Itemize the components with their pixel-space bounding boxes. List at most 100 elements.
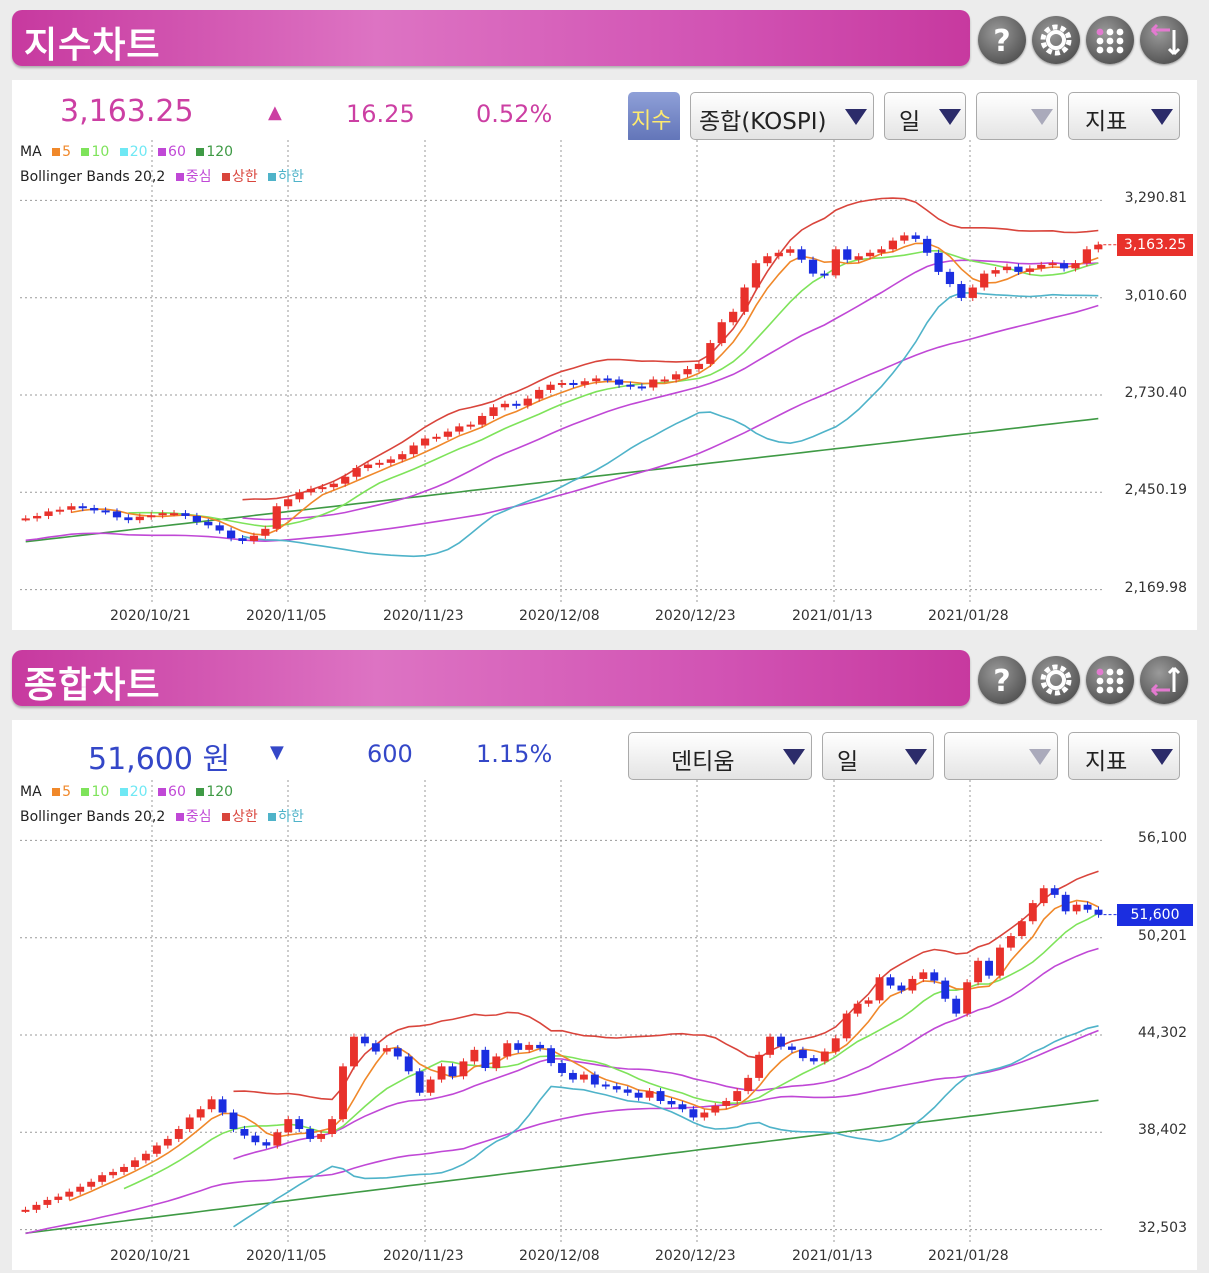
indicator-select-value: 지표 (1085, 109, 1128, 135)
grid-menu-button[interactable] (1086, 656, 1134, 704)
candle-body (612, 1086, 621, 1090)
bb-mid-label: 중심 (185, 169, 212, 185)
stock-down-arrow: ▼ (270, 742, 284, 763)
candle-body (339, 1066, 347, 1120)
candle-body (580, 381, 589, 385)
ma5-label: 5 (62, 784, 72, 800)
secondary-select[interactable] (944, 732, 1058, 780)
candle-body (503, 1043, 512, 1057)
gear-icon (1040, 24, 1072, 56)
stock-chart-titlebar: 종합차트 (12, 650, 970, 706)
swap-layout-button[interactable] (1140, 656, 1188, 704)
ma10-line (128, 249, 1099, 528)
candle-body (740, 287, 749, 312)
ma120-line (25, 417, 1099, 543)
candle-body (985, 960, 993, 976)
stock-change: 600 (367, 740, 413, 768)
ma5-label: 5 (62, 144, 72, 160)
candle-body (78, 506, 87, 509)
ma60-swatch (158, 788, 167, 796)
y-axis-tick: 2,450.19 (1124, 482, 1187, 499)
candle-body (649, 379, 658, 388)
candle-body (409, 445, 418, 455)
candle-body (569, 1072, 577, 1080)
index-info-bar: 3,163.25 ▲ 16.25 0.52% 지수 종합(KOSPI) 일 지표 (12, 80, 1197, 149)
indicator-select-value: 지표 (1085, 749, 1128, 775)
stock-select-value: 덴티움 (671, 749, 735, 775)
candle-body (798, 1049, 807, 1059)
stock-select[interactable]: 덴티움 (628, 732, 812, 780)
candle-body (557, 382, 567, 385)
candle-body (634, 1092, 643, 1098)
ma20-swatch (119, 148, 128, 156)
candle-body (886, 977, 895, 986)
help-button[interactable]: ? (978, 16, 1026, 64)
candle-body (689, 1109, 698, 1118)
candle-body (55, 509, 65, 512)
candle-body (432, 436, 441, 439)
candle-body (854, 256, 863, 260)
candle-body (706, 343, 715, 364)
period-select-value: 일 (837, 749, 859, 775)
candle-body (831, 249, 840, 276)
candle-body (192, 515, 201, 522)
bb-legend: Bollinger Bands 20,2 중심 상한 하한 (20, 806, 304, 826)
bb-low-label: 하한 (278, 809, 304, 825)
candle-body (470, 1049, 479, 1062)
secondary-select[interactable] (976, 92, 1058, 140)
grid-dots-icon (1096, 668, 1124, 694)
candle-body (240, 1129, 249, 1136)
settings-button[interactable] (1032, 16, 1080, 64)
grid-menu-button[interactable] (1086, 16, 1134, 64)
candle-body (945, 271, 955, 285)
swap-layout-button[interactable] (1140, 16, 1188, 64)
candle-body (87, 1181, 96, 1187)
index-candle-chart[interactable]: MA 5 10 20 60 120 Bollinger Bands 20,2 중… (12, 140, 1197, 630)
bb-up-label: 상한 (231, 169, 258, 185)
candle-body (443, 431, 453, 437)
indicator-select[interactable]: 지표 (1068, 92, 1180, 140)
candle-body (98, 1175, 107, 1182)
candle-body (1048, 263, 1057, 266)
candle-body (558, 1063, 566, 1073)
market-select[interactable]: 종합(KOSPI) (690, 92, 874, 140)
index-toggle-button[interactable]: 지수 (628, 92, 680, 144)
candle-body (694, 363, 704, 370)
period-select[interactable]: 일 (884, 92, 966, 140)
swap-arrows-icon (1150, 23, 1181, 56)
ma120-label: 120 (206, 144, 234, 160)
period-select[interactable]: 일 (822, 732, 934, 780)
candle-body (492, 1056, 501, 1069)
ma10-line (123, 912, 1099, 1190)
candle-body (930, 972, 939, 981)
candle-body (592, 378, 601, 382)
help-button[interactable]: ? (978, 656, 1026, 704)
candle-body (272, 506, 281, 529)
candle-body (919, 972, 928, 979)
candle-body (163, 1138, 172, 1146)
candle-body (897, 985, 906, 991)
candle-body (420, 438, 430, 446)
candle-body (329, 483, 338, 488)
chevron-down-icon (1029, 749, 1051, 765)
indicator-select[interactable]: 지표 (1068, 732, 1180, 780)
candle-body (853, 1003, 862, 1014)
x-axis-tick: 2020/10/21 (110, 1248, 191, 1264)
ma120-label: 120 (206, 784, 234, 800)
candle-body (952, 998, 961, 1014)
candle-body (911, 235, 920, 239)
bb-mid-label: 중심 (185, 809, 212, 825)
bb-low-label: 하한 (278, 169, 304, 185)
settings-button[interactable] (1032, 656, 1080, 704)
chevron-down-icon (905, 749, 927, 765)
ma10-swatch (81, 788, 90, 796)
candle-body (547, 1048, 555, 1064)
stock-candle-chart[interactable]: MA 5 10 20 60 120 Bollinger Bands 20,2 중… (12, 780, 1197, 1270)
y-axis-tick: 2,730.40 (1124, 384, 1187, 401)
candle-body (229, 1112, 238, 1130)
candle-body (1014, 266, 1023, 272)
candle-body (152, 1145, 161, 1154)
ma10-label: 10 (91, 784, 110, 800)
candle-body (603, 378, 612, 381)
candle-body (900, 235, 909, 241)
